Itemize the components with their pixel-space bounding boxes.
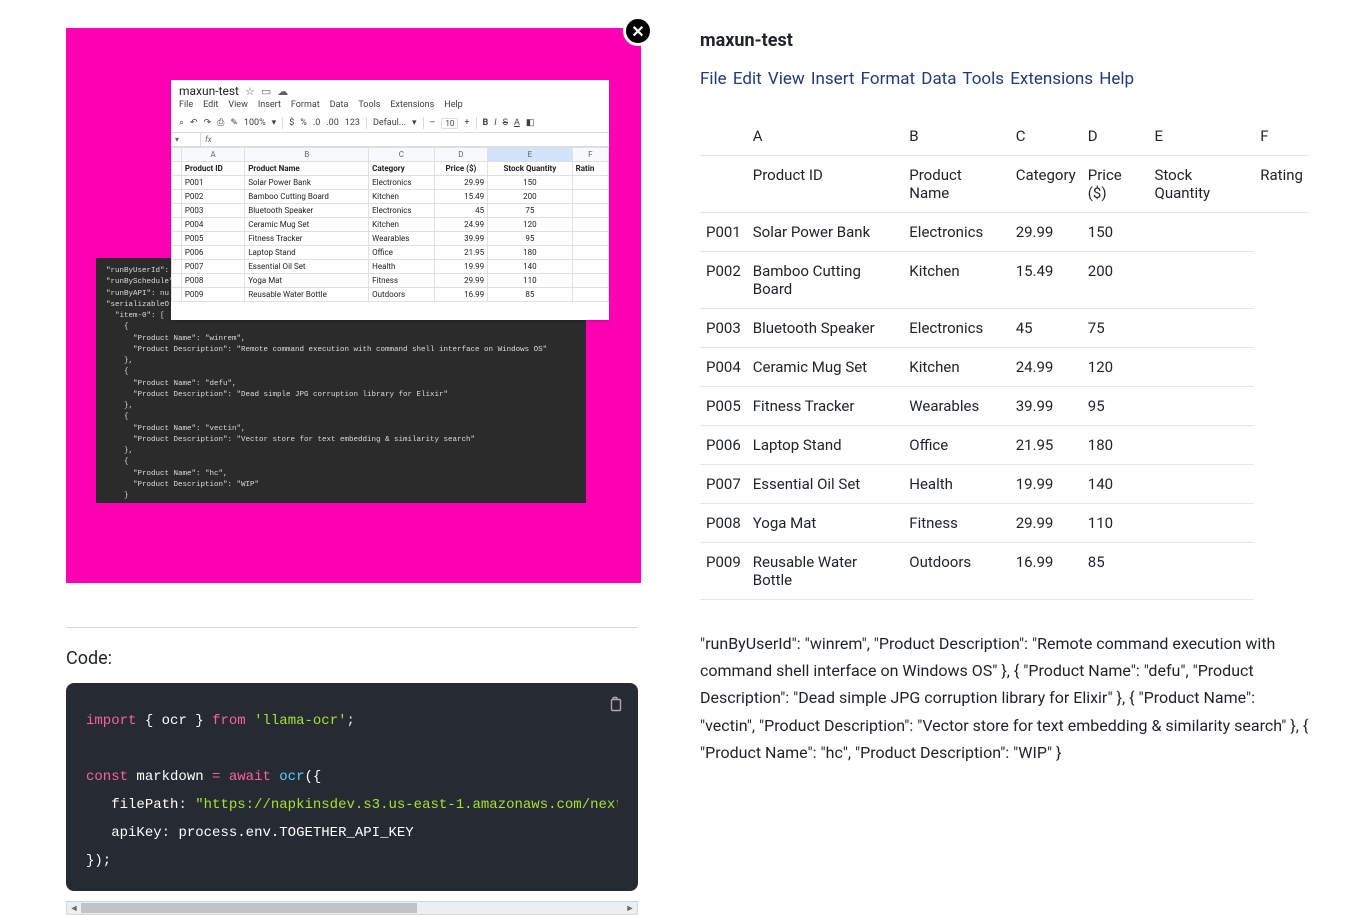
r-menu-view: View xyxy=(768,69,805,89)
r-menu-data: Data xyxy=(921,69,956,89)
json-paragraph: "runByUserId": "winrem", "Product Descri… xyxy=(700,630,1309,766)
fontsize-box[interactable]: 10 xyxy=(441,118,458,129)
r-menu-extensions: Extensions xyxy=(1010,69,1093,89)
currency-btn[interactable]: $ xyxy=(289,118,294,128)
redo-icon[interactable]: ↷ xyxy=(204,118,212,128)
table-row: P001Solar Power BankElectronics29.99150 xyxy=(700,213,1309,252)
r-menu-edit: Edit xyxy=(733,69,762,89)
table-row: P004Ceramic Mug SetKitchen24.99120 xyxy=(700,348,1309,387)
r-menu-format: Format xyxy=(861,69,915,89)
table-row: P008Yoga MatFitness29.99110 xyxy=(700,504,1309,543)
scroll-left-arrow-icon[interactable]: ◄ xyxy=(67,903,81,914)
strike-btn[interactable]: S xyxy=(503,118,508,128)
table-row: P002Bamboo Cutting BoardKitchen15.49200 xyxy=(700,252,1309,309)
grid-row: P003Bluetooth SpeakerElectronics4575 xyxy=(172,204,609,218)
grid-row: P007Essential Oil SetHealth19.99140 xyxy=(172,260,609,274)
right-column: maxun-test File Edit View Insert Format … xyxy=(670,0,1349,915)
col-letter-row: A B C D E F xyxy=(172,148,609,162)
menu-tools[interactable]: Tools xyxy=(358,100,380,110)
scroll-right-arrow-icon[interactable]: ► xyxy=(623,903,637,914)
search-icon[interactable]: ⌕ xyxy=(179,118,184,128)
font-select[interactable]: Defaul... xyxy=(373,118,406,128)
screenshot-frame: ✕ "runByUserId": "runBySchedule": "runBy… xyxy=(66,28,641,583)
menu-edit[interactable]: Edit xyxy=(203,100,218,110)
code-heading: Code: xyxy=(66,648,638,669)
r-menu-insert: Insert xyxy=(811,69,855,89)
grid-row: P004Ceramic Mug SetKitchen24.99120 xyxy=(172,218,609,232)
r-menu-tools: Tools xyxy=(962,69,1004,89)
table-row: P009Reusable Water BottleOutdoors16.9985 xyxy=(700,543,1309,600)
fontsize-plus[interactable]: + xyxy=(464,118,469,128)
close-icon: ✕ xyxy=(631,22,644,41)
code-block: import { ocr } from 'llama-ocr'; const m… xyxy=(66,683,638,891)
dec-plus-btn[interactable]: .00 xyxy=(326,118,339,128)
grid-row: P008Yoga MatFitness29.99110 xyxy=(172,274,609,288)
clipboard-icon xyxy=(607,696,623,712)
grid-row: P006Laptop StandOffice21.95180 xyxy=(172,246,609,260)
left-column: ✕ "runByUserId": "runBySchedule": "runBy… xyxy=(0,0,670,915)
grid-row: P001Solar Power BankElectronics29.99150 xyxy=(172,176,609,190)
fontsize-minus[interactable]: – xyxy=(430,118,436,128)
page-title: maxun-test xyxy=(700,30,1309,51)
grid-row: P005Fitness TrackerWearables39.9995 xyxy=(172,232,609,246)
r-menu-file: File xyxy=(700,69,727,89)
close-button[interactable]: ✕ xyxy=(623,16,653,46)
menu-insert[interactable]: Insert xyxy=(258,100,281,110)
cloud-icon: ☁ xyxy=(277,85,288,98)
grid-header-row: Product IDProduct NameCategoryPrice ($)S… xyxy=(172,162,609,176)
italic-btn[interactable]: I xyxy=(494,118,496,128)
sheet-title: maxun-test xyxy=(179,84,239,98)
menu-file[interactable]: File xyxy=(179,100,193,110)
menu-help[interactable]: Help xyxy=(444,100,462,110)
menubar-text: File Edit View Insert Format Data Tools … xyxy=(700,69,1309,89)
print-icon[interactable]: ⎙ xyxy=(217,118,224,128)
data-table: A B C D E F Product ID Product Name Cate… xyxy=(700,117,1309,600)
table-row: P007Essential Oil SetHealth19.99140 xyxy=(700,465,1309,504)
horizontal-scrollbar[interactable]: ◄ ► xyxy=(66,901,638,915)
num-format-btn[interactable]: 123 xyxy=(345,118,360,128)
fx-label: fx xyxy=(201,133,216,146)
table-row: P003Bluetooth SpeakerElectronics4575 xyxy=(700,309,1309,348)
paint-icon[interactable]: ✎ xyxy=(230,118,238,128)
textcolor-btn[interactable]: A xyxy=(514,118,520,128)
undo-icon[interactable]: ↶ xyxy=(190,118,198,128)
dec-minus-btn[interactable]: .0 xyxy=(313,118,320,128)
percent-btn[interactable]: % xyxy=(300,118,307,128)
grid-row: P002Bamboo Cutting BoardKitchen15.49200 xyxy=(172,190,609,204)
move-icon: ▭ xyxy=(261,85,271,98)
zoom-level[interactable]: 100% xyxy=(244,118,266,128)
copy-button[interactable] xyxy=(604,693,626,715)
col-letter-row: A B C D E F xyxy=(700,117,1309,156)
scroll-thumb[interactable] xyxy=(81,903,417,913)
menu-extensions[interactable]: Extensions xyxy=(390,100,434,110)
r-menu-help: Help xyxy=(1099,69,1134,89)
spreadsheet-thumbnail: maxun-test ☆ ▭ ☁ File Edit View Insert F… xyxy=(171,80,609,320)
cell-ref[interactable]: ▾ xyxy=(171,133,201,146)
table-row: P006Laptop StandOffice21.95180 xyxy=(700,426,1309,465)
star-icon: ☆ xyxy=(245,85,255,98)
grid-table: A B C D E F Product IDProduct NameCatego… xyxy=(171,147,609,302)
fill-icon[interactable]: ◧ xyxy=(526,118,535,128)
menu-view[interactable]: View xyxy=(228,100,247,110)
bold-btn[interactable]: B xyxy=(483,118,489,128)
header-row: Product ID Product Name Category Price (… xyxy=(700,156,1309,213)
divider xyxy=(66,627,638,628)
table-row: P005Fitness TrackerWearables39.9995 xyxy=(700,387,1309,426)
menu-format[interactable]: Format xyxy=(291,100,320,110)
sheet-menubar: File Edit View Insert Format Data Tools … xyxy=(171,98,609,114)
grid-row: P009Reusable Water BottleOutdoors16.9985 xyxy=(172,288,609,302)
menu-data[interactable]: Data xyxy=(330,100,349,110)
scroll-track[interactable] xyxy=(81,903,623,913)
formula-bar: ▾ fx xyxy=(171,133,609,147)
sheet-toolbar: ⌕ ↶ ↷ ⎙ ✎ 100%▾ $ % .0 .00 123 Defaul...… xyxy=(171,114,609,133)
